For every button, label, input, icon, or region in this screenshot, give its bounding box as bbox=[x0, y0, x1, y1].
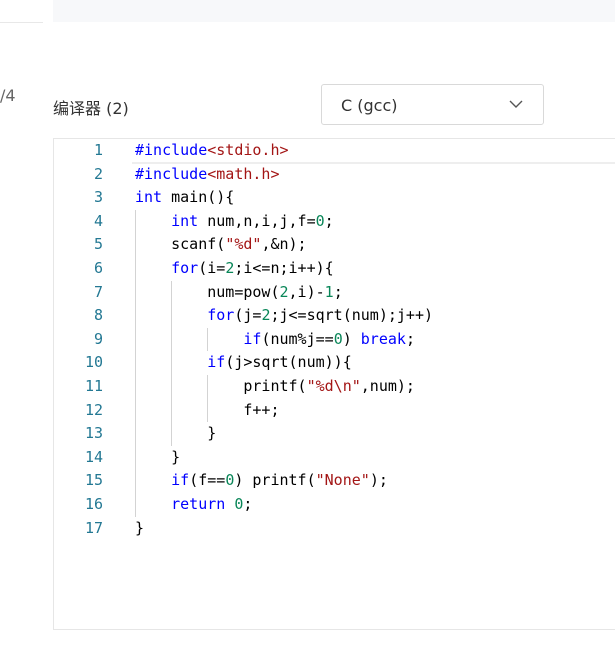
compiler-select[interactable]: C (gcc) bbox=[321, 84, 544, 125]
line-number: 14 bbox=[84, 447, 103, 466]
line-number: 16 bbox=[84, 494, 103, 513]
page-counter: /4 bbox=[0, 86, 16, 105]
line-number: 10 bbox=[84, 353, 103, 372]
code-token: for bbox=[207, 306, 235, 325]
code-token: num,n,i,j,f= bbox=[198, 211, 316, 230]
code-token: ,num); bbox=[360, 376, 415, 395]
code-line[interactable]: if(f==0) printf("None"); bbox=[135, 469, 615, 493]
line-number: 1 bbox=[93, 141, 103, 159]
code-token: printf( bbox=[135, 376, 307, 395]
code-token: (i= bbox=[198, 258, 226, 277]
code-line[interactable]: } bbox=[135, 446, 615, 470]
code-token: for bbox=[171, 258, 199, 277]
code-token: (j>sqrt(num)){ bbox=[225, 353, 352, 372]
top-toolbar-strip bbox=[53, 0, 615, 22]
code-token: ) printf( bbox=[234, 471, 316, 490]
code-line[interactable]: #include<math.h> bbox=[135, 163, 615, 187]
code-token: ;i<=n;i++){ bbox=[234, 258, 334, 277]
indent-guide bbox=[207, 375, 209, 423]
code-token: 2 bbox=[279, 282, 289, 301]
code-token: scanf( bbox=[135, 235, 226, 254]
indent-guide bbox=[207, 327, 209, 352]
code-token: (j= bbox=[234, 306, 262, 325]
code-token: main(){ bbox=[162, 188, 235, 207]
code-token: ) bbox=[342, 329, 361, 348]
compiler-selected-value: C (gcc) bbox=[341, 96, 398, 115]
code-line[interactable]: } bbox=[135, 422, 615, 446]
code-token: "%d" bbox=[225, 235, 262, 254]
code-token: #include bbox=[135, 141, 208, 159]
sidebar-divider bbox=[0, 22, 43, 23]
code-token: int bbox=[135, 188, 163, 207]
line-number-gutter: 1 2 3 4 5 6 7 8 9 10 11 12 13 14 15 16 17 bbox=[54, 139, 124, 540]
code-token: if bbox=[207, 353, 226, 372]
code-token: if bbox=[171, 471, 190, 490]
code-token: ; bbox=[405, 329, 415, 348]
code-line[interactable]: } bbox=[135, 517, 615, 541]
code-token: ; bbox=[243, 494, 253, 513]
code-token: ); bbox=[369, 471, 388, 490]
code-token: <math.h> bbox=[207, 164, 280, 183]
code-token: ,&n); bbox=[261, 235, 307, 254]
code-token: (num%j== bbox=[261, 329, 334, 348]
code-line[interactable]: #include<stdio.h> bbox=[132, 139, 615, 164]
line-number: 8 bbox=[93, 306, 103, 325]
chevron-down-icon bbox=[509, 100, 523, 108]
code-line[interactable]: for(j=2;j<=sqrt(num);j++) bbox=[135, 304, 615, 328]
code-token: 1 bbox=[324, 282, 334, 301]
line-number: 4 bbox=[93, 211, 103, 230]
line-number: 9 bbox=[93, 329, 103, 348]
code-token: } bbox=[135, 424, 217, 443]
line-number: 6 bbox=[93, 258, 103, 277]
code-token: <stdio.h> bbox=[207, 141, 289, 159]
line-number: 12 bbox=[84, 400, 103, 419]
code-token: 0 bbox=[225, 471, 235, 490]
code-token: "None" bbox=[315, 471, 370, 490]
code-line[interactable]: for(i=2;i<=n;i++){ bbox=[135, 257, 615, 281]
line-number: 17 bbox=[84, 518, 103, 537]
code-token: "%d\n" bbox=[306, 376, 361, 395]
code-token: if bbox=[243, 329, 262, 348]
line-number: 3 bbox=[93, 188, 103, 207]
line-number: 15 bbox=[84, 471, 103, 490]
line-number: 11 bbox=[84, 376, 103, 395]
line-number: 5 bbox=[93, 235, 103, 254]
code-token: #include bbox=[135, 164, 208, 183]
code-token: ;j<=sqrt(num);j++) bbox=[270, 306, 434, 325]
code-token: (f== bbox=[189, 471, 226, 490]
indent-guide bbox=[171, 280, 173, 446]
code-token: 2 bbox=[225, 258, 235, 277]
code-line[interactable]: int main(){ bbox=[135, 186, 615, 210]
code-line[interactable]: return 0; bbox=[135, 493, 615, 517]
code-token: ; bbox=[333, 282, 343, 301]
code-line[interactable]: scanf("%d",&n); bbox=[135, 233, 615, 257]
code-token: } bbox=[135, 447, 181, 466]
code-token: 0 bbox=[315, 211, 325, 230]
code-token: } bbox=[135, 518, 145, 537]
line-number: 13 bbox=[84, 424, 103, 443]
code-token: num=pow( bbox=[135, 282, 280, 301]
code-token: ,i)- bbox=[288, 282, 325, 301]
code-editor[interactable]: 1 2 3 4 5 6 7 8 9 10 11 12 13 14 15 16 17 #include<stdio… bbox=[53, 138, 615, 630]
line-number: 7 bbox=[93, 282, 103, 301]
code-line[interactable]: num=pow(2,i)-1; bbox=[135, 281, 615, 305]
code-token: 0 bbox=[333, 329, 343, 348]
line-number: 2 bbox=[93, 164, 103, 183]
code-line[interactable]: int num,n,i,j,f=0; bbox=[135, 210, 615, 234]
code-token: int bbox=[171, 211, 199, 230]
code-token: ; bbox=[324, 211, 334, 230]
code-token: return bbox=[171, 494, 226, 513]
code-token: break bbox=[360, 329, 406, 348]
code-line[interactable]: if(j>sqrt(num)){ bbox=[135, 351, 615, 375]
indent-guide bbox=[135, 209, 136, 517]
code-area[interactable]: #include<stdio.h> #include<math.h> int mai… bbox=[132, 139, 615, 541]
compiler-label: 编译器 (2) bbox=[53, 99, 129, 118]
